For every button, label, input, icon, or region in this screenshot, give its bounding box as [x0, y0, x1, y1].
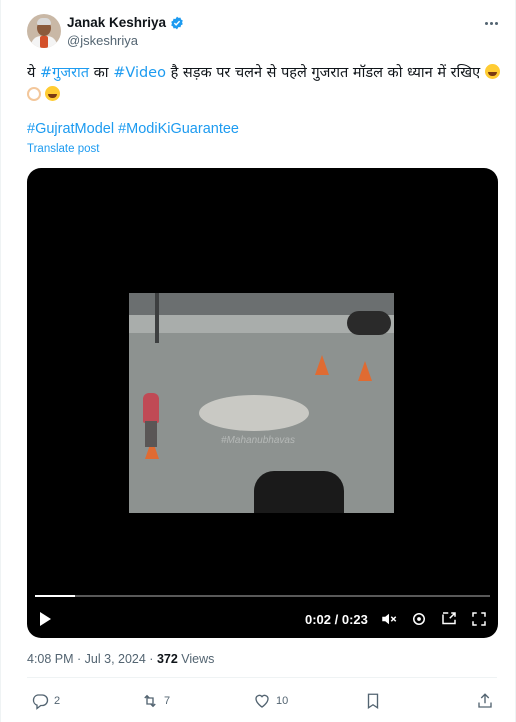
mute-icon[interactable] [380, 610, 398, 628]
views-count: 372 [156, 652, 178, 666]
repost-count: 7 [164, 695, 171, 707]
hashtag-link[interactable]: #गुजरात [40, 65, 89, 81]
avatar[interactable] [27, 14, 61, 48]
hashtags-line[interactable]: #GujratModel #ModiKiGuarantee [27, 121, 239, 137]
video-time: 0:02 / 0:23 [305, 612, 368, 627]
laughing-emoji-icon [45, 86, 60, 101]
author-handle[interactable]: @jskeshriya [67, 33, 138, 48]
author-row: Janak Keshriya [67, 15, 184, 30]
repost-button[interactable]: 7 [141, 690, 170, 712]
motorbike [254, 471, 344, 513]
heart-icon [255, 694, 269, 708]
verified-badge-icon [171, 16, 183, 29]
video-progress-bar[interactable] [35, 595, 490, 597]
video-player[interactable]: #Mahanubhavas 0:02 / 0:23 [27, 168, 498, 638]
post-text-part: ये [27, 65, 41, 81]
video-frame: #Mahanubhavas [129, 293, 394, 513]
reply-icon [32, 694, 49, 710]
traffic-cone [358, 361, 372, 381]
motorbike [347, 311, 391, 335]
play-icon[interactable] [40, 612, 51, 626]
post-timestamp[interactable]: 4:08 PM · Jul 3, 2024 · [27, 652, 157, 666]
divider [27, 677, 497, 678]
repost-icon [144, 694, 156, 708]
settings-gear-icon[interactable] [410, 610, 428, 628]
action-bar: 2 7 10 [27, 690, 497, 714]
hashtag-link[interactable]: #Video [113, 65, 166, 81]
traffic-cone [315, 355, 329, 375]
post-text-part: है सड़क पर चलने से पहले गुजरात मॉडल को ध… [165, 65, 485, 81]
post-meta: 4:08 PM · Jul 3, 2024 · 372 Views [27, 652, 214, 666]
reply-count: 2 [54, 695, 61, 707]
reply-button[interactable]: 2 [31, 690, 60, 712]
laughing-emoji-icon [484, 64, 500, 79]
translate-post-link[interactable]: Translate post [27, 143, 99, 155]
bookmark-icon [367, 693, 379, 710]
video-controls: 0:02 / 0:23 [27, 604, 498, 634]
fullscreen-icon[interactable] [470, 610, 488, 628]
person [143, 393, 159, 423]
video-watermark: #Mahanubhavas [221, 435, 295, 446]
post-header: Janak Keshriya @jskeshriya [27, 12, 501, 52]
like-button[interactable]: 10 [253, 690, 288, 712]
more-options-icon[interactable] [481, 16, 501, 30]
ok-hand-emoji-icon [27, 87, 41, 101]
post-card: Janak Keshriya @jskeshriya ये #गुजरात का… [0, 0, 516, 722]
road-hole [199, 395, 309, 431]
bookmark-button[interactable] [364, 690, 382, 712]
like-count: 10 [276, 695, 289, 707]
post-text-part: का [89, 65, 114, 81]
share-button[interactable] [476, 690, 494, 712]
video-progress-fill [35, 595, 75, 597]
picture-in-picture-icon[interactable] [440, 610, 458, 628]
author-name[interactable]: Janak Keshriya [67, 15, 166, 30]
views-label: Views [177, 652, 215, 666]
post-text: ये #गुजरात का #Video है सड़क पर चलने से … [27, 62, 501, 106]
share-icon [478, 693, 492, 708]
